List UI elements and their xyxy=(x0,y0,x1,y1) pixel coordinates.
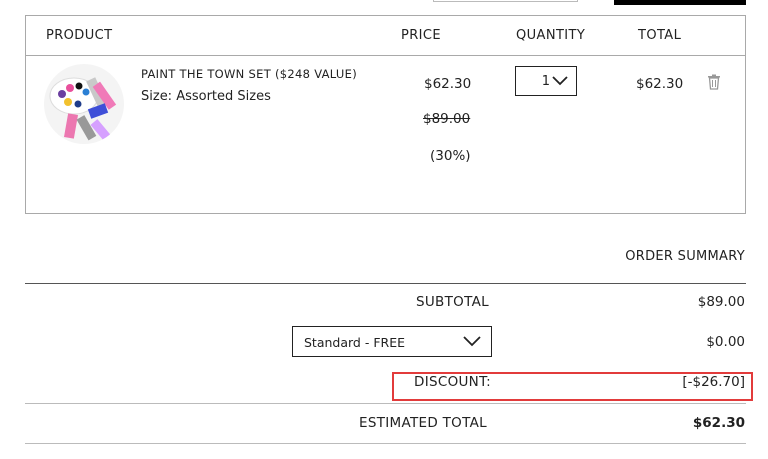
total-divider-top xyxy=(25,403,746,404)
product-name[interactable]: PAINT THE TOWN SET ($248 VALUE) xyxy=(141,67,357,81)
column-header-product: PRODUCT xyxy=(46,28,113,43)
line-total: $62.30 xyxy=(636,76,684,92)
column-header-total: TOTAL xyxy=(638,28,682,43)
cart-table: PRODUCT PRICE QUANTITY TOTAL PAINT THE T… xyxy=(25,15,746,214)
estimated-total-label: ESTIMATED TOTAL xyxy=(359,415,487,431)
quantity-value: 1 xyxy=(541,74,550,89)
discount-label: DISCOUNT: xyxy=(414,374,491,390)
subtotal-value: $89.00 xyxy=(697,294,745,310)
cart-page: PRODUCT PRICE QUANTITY TOTAL PAINT THE T… xyxy=(0,0,768,459)
item-price: $62.30 xyxy=(424,76,472,92)
column-header-price: PRICE xyxy=(401,28,441,43)
estimated-total-value: $62.30 xyxy=(692,415,745,431)
chevron-down-icon xyxy=(463,336,481,347)
column-header-quantity: QUANTITY xyxy=(516,28,586,43)
subtotal-label: SUBTOTAL xyxy=(416,294,489,310)
shipping-value: $0.00 xyxy=(706,334,745,350)
checkout-button-edge[interactable] xyxy=(614,0,746,5)
cart-table-header: PRODUCT PRICE QUANTITY TOTAL xyxy=(26,16,745,56)
item-discount-percent: (30%) xyxy=(430,148,471,164)
trash-icon[interactable] xyxy=(707,74,721,90)
order-summary-title: ORDER SUMMARY xyxy=(625,249,745,264)
item-original-price: $89.00 xyxy=(423,111,471,127)
summary-divider xyxy=(25,283,746,284)
total-divider-bottom xyxy=(25,443,746,444)
quantity-select[interactable]: 1 xyxy=(515,66,577,96)
product-image[interactable] xyxy=(44,64,124,144)
chevron-down-icon xyxy=(552,76,568,86)
shipping-method-select[interactable]: Standard - FREE xyxy=(292,326,492,357)
discount-value: [-$26.70] xyxy=(682,374,745,390)
shipping-option-label: Standard - FREE xyxy=(304,335,405,350)
product-size: Size: Assorted Sizes xyxy=(141,89,271,104)
promo-input-edge[interactable] xyxy=(433,0,578,2)
